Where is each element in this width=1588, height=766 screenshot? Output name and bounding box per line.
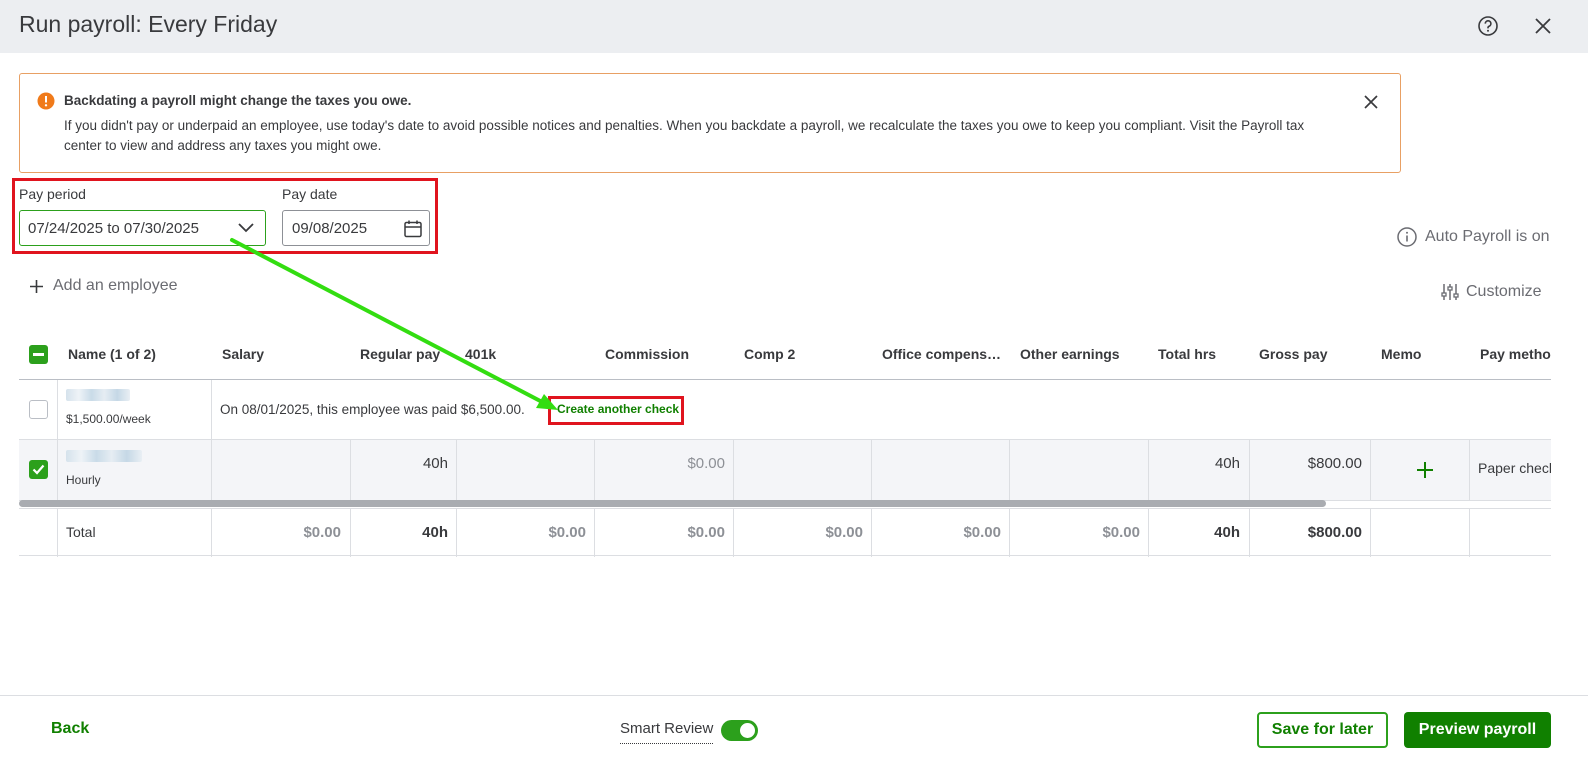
add-memo-icon[interactable] [1416, 461, 1434, 479]
col-divider [57, 440, 58, 501]
warning-icon [37, 92, 55, 110]
check-icon [32, 464, 45, 475]
info-icon [1397, 227, 1417, 247]
back-button[interactable]: Back [51, 720, 89, 738]
pay-date-label: Pay date [282, 186, 338, 202]
add-employee-button[interactable]: Add an employee [29, 277, 178, 295]
preview-payroll-button[interactable]: Preview payroll [1404, 712, 1551, 748]
col-commission[interactable]: Commission [605, 346, 689, 362]
total-hrs-value: 40h [1214, 455, 1240, 472]
col-divider [1469, 440, 1470, 501]
col-divider [1370, 509, 1371, 557]
alert-close-icon[interactable] [1362, 93, 1380, 111]
col-divider [733, 440, 734, 501]
commission-input[interactable]: $0.00 [594, 455, 725, 472]
pay-period-label: Pay period [19, 186, 86, 202]
row-checkbox[interactable] [29, 400, 48, 419]
customize-button[interactable]: Customize [1440, 282, 1542, 302]
calendar-icon[interactable] [403, 219, 423, 239]
employee-name-redacted[interactable] [66, 450, 142, 462]
col-divider [211, 440, 212, 501]
save-for-later-button[interactable]: Save for later [1257, 712, 1388, 748]
col-divider [1370, 440, 1371, 501]
total-gross-pay: $800.00 [1307, 524, 1362, 541]
smart-review-toggle[interactable]: Smart Review [620, 719, 759, 744]
add-employee-label: Add an employee [53, 277, 178, 294]
close-icon[interactable] [1532, 15, 1554, 37]
total-comp2: $0.00 [825, 524, 863, 541]
sliders-icon [1441, 284, 1459, 300]
toggle-switch-on[interactable] [721, 719, 759, 741]
pay-method-value[interactable]: Paper check [1478, 460, 1551, 476]
col-divider [211, 380, 212, 440]
col-total-hrs[interactable]: Total hrs [1158, 346, 1216, 362]
col-memo[interactable]: Memo [1381, 346, 1421, 362]
col-divider [1009, 440, 1010, 501]
regular-pay-input[interactable]: 40h [350, 455, 448, 472]
total-salary: $0.00 [303, 524, 341, 541]
col-divider [57, 509, 58, 557]
total-regular-pay: 40h [422, 524, 448, 541]
alert-title: Backdating a payroll might change the ta… [64, 93, 412, 108]
pay-date-input[interactable]: 09/08/2025 [282, 210, 430, 246]
auto-payroll-text: Auto Payroll is on [1425, 228, 1550, 245]
page-header: Run payroll: Every Friday [0, 0, 1588, 53]
total-401k: $0.00 [548, 524, 586, 541]
col-gross-pay[interactable]: Gross pay [1259, 346, 1327, 362]
total-other-earnings: $0.00 [1102, 524, 1140, 541]
pay-period-value: 07/24/2025 to 07/30/2025 [28, 220, 199, 237]
footer-bar: Back Smart Review Save for later Preview… [0, 695, 1588, 766]
col-divider [57, 380, 58, 440]
page-title: Run payroll: Every Friday [19, 11, 278, 37]
chevron-down-icon [238, 223, 254, 233]
gross-pay-value: $800.00 [1307, 455, 1362, 472]
row-checkbox-checked[interactable] [29, 460, 48, 479]
col-divider [456, 440, 457, 501]
pay-period-select[interactable]: 07/24/2025 to 07/30/2025 [19, 210, 266, 246]
payroll-table: Name (1 of 2) Salary Regular pay 401k Co… [19, 333, 1551, 557]
alert-body: If you didn't pay or underpaid an employ… [64, 118, 1305, 153]
help-icon[interactable] [1477, 15, 1499, 37]
employee-rate: $1,500.00/week [66, 412, 151, 426]
col-regular-pay[interactable]: Regular pay [360, 346, 440, 362]
total-label: Total [66, 524, 96, 540]
col-comp2[interactable]: Comp 2 [744, 346, 795, 362]
col-401k[interactable]: 401k [465, 346, 496, 362]
table-row: $1,500.00/week On 08/01/2025, this emplo… [19, 380, 1551, 440]
total-hrs: 40h [1214, 524, 1240, 541]
customize-label: Customize [1466, 283, 1542, 300]
col-office-compensation[interactable]: Office compens… [882, 346, 1001, 362]
total-commission: $0.00 [687, 524, 725, 541]
already-paid-message: On 08/01/2025, this employee was paid $6… [220, 402, 525, 417]
col-divider [871, 440, 872, 501]
employee-name-redacted[interactable] [66, 389, 130, 401]
total-office: $0.00 [963, 524, 1001, 541]
col-name[interactable]: Name (1 of 2) [68, 346, 156, 362]
col-other-earnings[interactable]: Other earnings [1020, 346, 1120, 362]
col-salary[interactable]: Salary [222, 346, 264, 362]
table-header: Name (1 of 2) Salary Regular pay 401k Co… [19, 333, 1551, 380]
col-pay-method[interactable]: Pay method [1480, 346, 1551, 362]
plus-icon [30, 279, 43, 293]
horizontal-scrollbar[interactable] [19, 500, 1326, 507]
col-divider [1469, 509, 1470, 557]
select-all-checkbox[interactable] [29, 345, 48, 364]
auto-payroll-status[interactable]: Auto Payroll is on [1397, 227, 1550, 247]
smart-review-label: Smart Review [620, 720, 714, 744]
highlight-box-create-check [548, 396, 684, 425]
table-row: Hourly 40h $0.00 40h $800.00 Paper check [19, 440, 1551, 501]
pay-date-value: 09/08/2025 [292, 220, 368, 237]
backdate-warning-alert: Backdating a payroll might change the ta… [19, 73, 1401, 173]
total-row: Total $0.00 40h $0.00 $0.00 $0.00 $0.00 … [19, 508, 1551, 557]
employee-rate: Hourly [66, 473, 101, 487]
